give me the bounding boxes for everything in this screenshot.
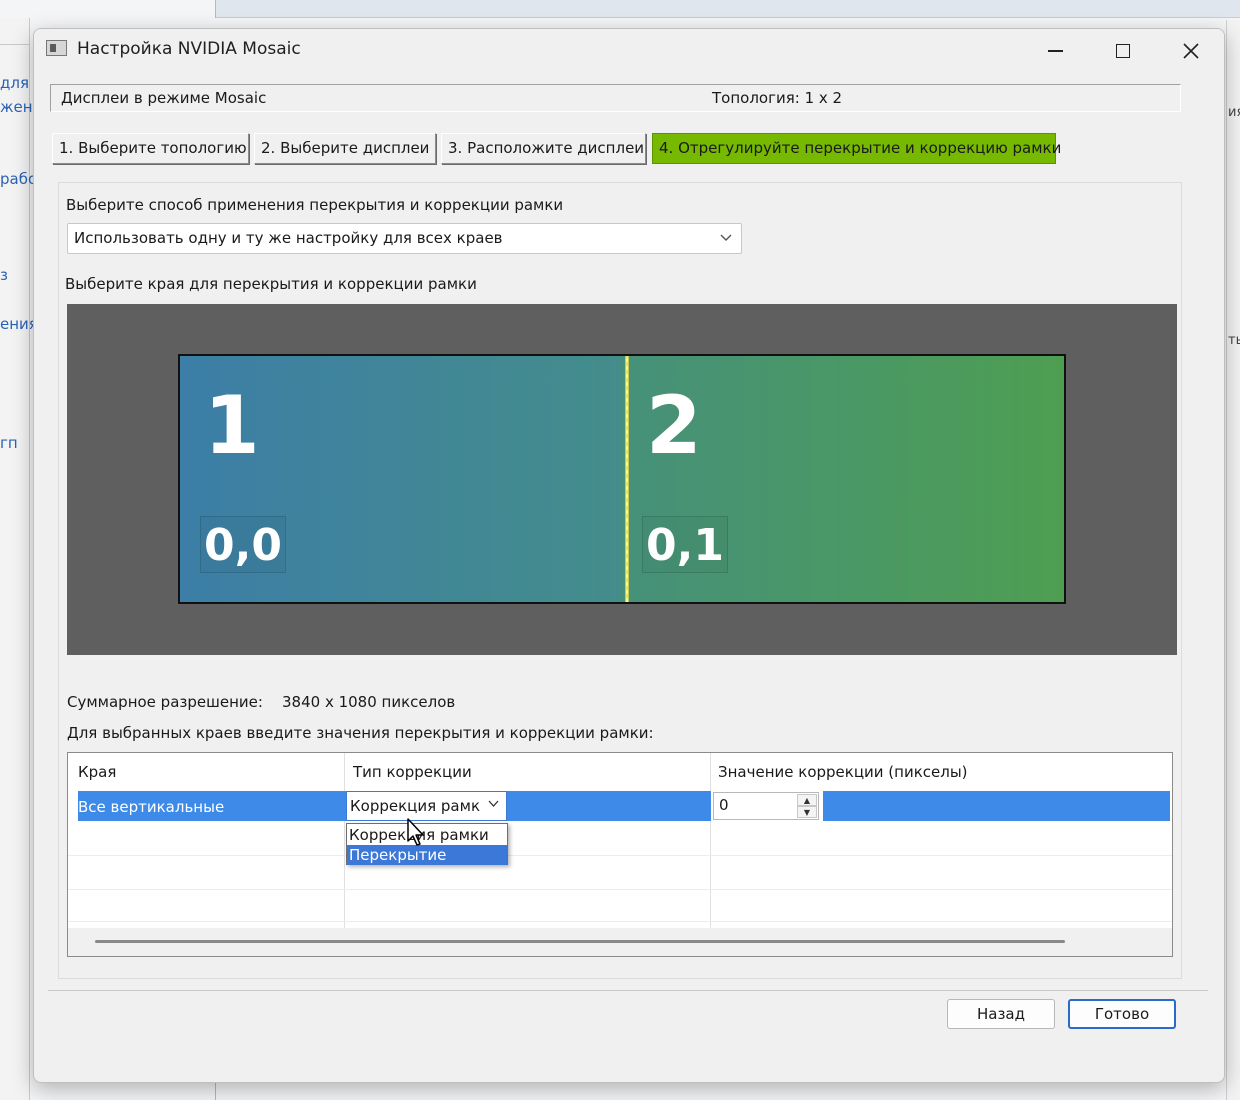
grid-intro-label: Для выбранных краев введите значения пер… <box>67 724 654 742</box>
mouse-cursor-icon <box>407 818 424 846</box>
display-number: 2 <box>646 379 702 472</box>
maximize-icon <box>1116 44 1130 58</box>
window-title: Настройка NVIDIA Mosaic <box>77 39 301 59</box>
step-2-button[interactable]: 2. Выберите дисплеи <box>254 133 436 164</box>
chevron-down-icon <box>487 797 500 814</box>
mosaic-mode-text: Дисплеи в режиме Mosaic <box>61 89 267 107</box>
horizontal-scrollbar[interactable] <box>68 928 1172 956</box>
background-link[interactable]: гп <box>0 434 18 452</box>
column-divider <box>344 753 345 928</box>
row-divider <box>68 921 1172 922</box>
background-divider <box>0 44 30 45</box>
footer-divider <box>48 990 1208 991</box>
row-divider <box>68 855 1172 856</box>
maximize-button[interactable] <box>1100 35 1146 67</box>
background-link[interactable]: для <box>0 74 29 92</box>
total-resolution-value: 3840 x 1080 пикселов <box>282 693 456 711</box>
settings-panel: Выберите способ применения перекрытия и … <box>58 182 1182 979</box>
table-row[interactable] <box>78 791 1170 821</box>
edges-label: Выберите края для перекрытия и коррекции… <box>65 275 477 293</box>
correction-value: 0 <box>719 796 729 814</box>
background-link[interactable]: жен <box>0 98 33 116</box>
row-divider <box>68 889 1172 890</box>
column-header-type: Тип коррекции <box>353 763 472 781</box>
display-coord: 0,0 <box>200 516 286 573</box>
display-2[interactable]: 2 0,1 <box>622 356 1064 602</box>
correction-value-spinner[interactable]: 0 ▲ ▼ <box>713 792 819 820</box>
close-button[interactable] <box>1168 35 1214 67</box>
background-divider <box>215 0 216 18</box>
method-select[interactable]: Использовать одну и ту же настройку для … <box>67 223 742 254</box>
close-icon <box>1183 43 1199 59</box>
scrollbar-thumb[interactable] <box>95 940 1065 943</box>
title-bar[interactable]: Настройка NVIDIA Mosaic <box>34 29 1224 73</box>
correction-type-value: Коррекция рамки <box>350 797 480 815</box>
step-1-button[interactable]: 1. Выберите топологию <box>52 133 249 164</box>
display-1[interactable]: 1 0,0 <box>180 356 622 602</box>
minimize-button[interactable] <box>1032 35 1078 67</box>
status-bar: Дисплеи в режиме Mosaic Топология: 1 x 2 <box>50 84 1181 112</box>
dropdown-option-overlap[interactable]: Перекрытие <box>347 845 507 865</box>
column-header-value: Значение коррекции (пикселы) <box>718 763 968 781</box>
correction-grid: Края Тип коррекции Значение коррекции (п… <box>67 752 1173 957</box>
selected-edge-seam[interactable] <box>625 356 629 602</box>
step-3-button[interactable]: 3. Расположите дисплеи <box>441 133 646 164</box>
display-array: 1 0,0 2 0,1 <box>178 354 1066 604</box>
total-resolution-label: Суммарное разрешение: <box>67 693 263 711</box>
background-text: ия <box>1228 105 1240 120</box>
display-coord: 0,1 <box>642 516 728 573</box>
app-icon <box>46 40 67 56</box>
background-toolbar <box>215 0 1240 18</box>
column-header-edges: Края <box>78 763 117 781</box>
back-button[interactable]: Назад <box>947 999 1055 1029</box>
step-4-button[interactable]: 4. Отрегулируйте перекрытие и коррекцию … <box>652 133 1061 164</box>
spin-up-icon[interactable]: ▲ <box>797 794 817 806</box>
background-text: ть <box>1228 333 1240 348</box>
background-right-panel <box>1226 20 1240 1100</box>
topology-text: Топология: 1 x 2 <box>712 89 843 107</box>
method-label: Выберите способ применения перекрытия и … <box>66 196 564 214</box>
spin-down-icon[interactable]: ▼ <box>797 806 817 818</box>
total-resolution: Суммарное разрешение: 3840 x 1080 пиксел… <box>67 693 455 711</box>
background-link[interactable]: з <box>0 266 8 284</box>
mosaic-dialog: Настройка NVIDIA Mosaic Дисплеи в режиме… <box>33 28 1225 1083</box>
minimize-icon <box>1047 50 1063 52</box>
background-divider <box>215 1080 216 1100</box>
chevron-down-icon <box>719 230 733 248</box>
column-divider <box>710 753 711 928</box>
display-layout-canvas: 1 0,0 2 0,1 <box>67 304 1177 655</box>
row-edges-value: Все вертикальные <box>78 798 225 816</box>
background-link[interactable]: рабо <box>0 170 37 188</box>
done-button[interactable]: Готово <box>1068 999 1176 1029</box>
method-select-value: Использовать одну и ту же настройку для … <box>74 229 503 247</box>
display-number: 1 <box>204 379 260 472</box>
